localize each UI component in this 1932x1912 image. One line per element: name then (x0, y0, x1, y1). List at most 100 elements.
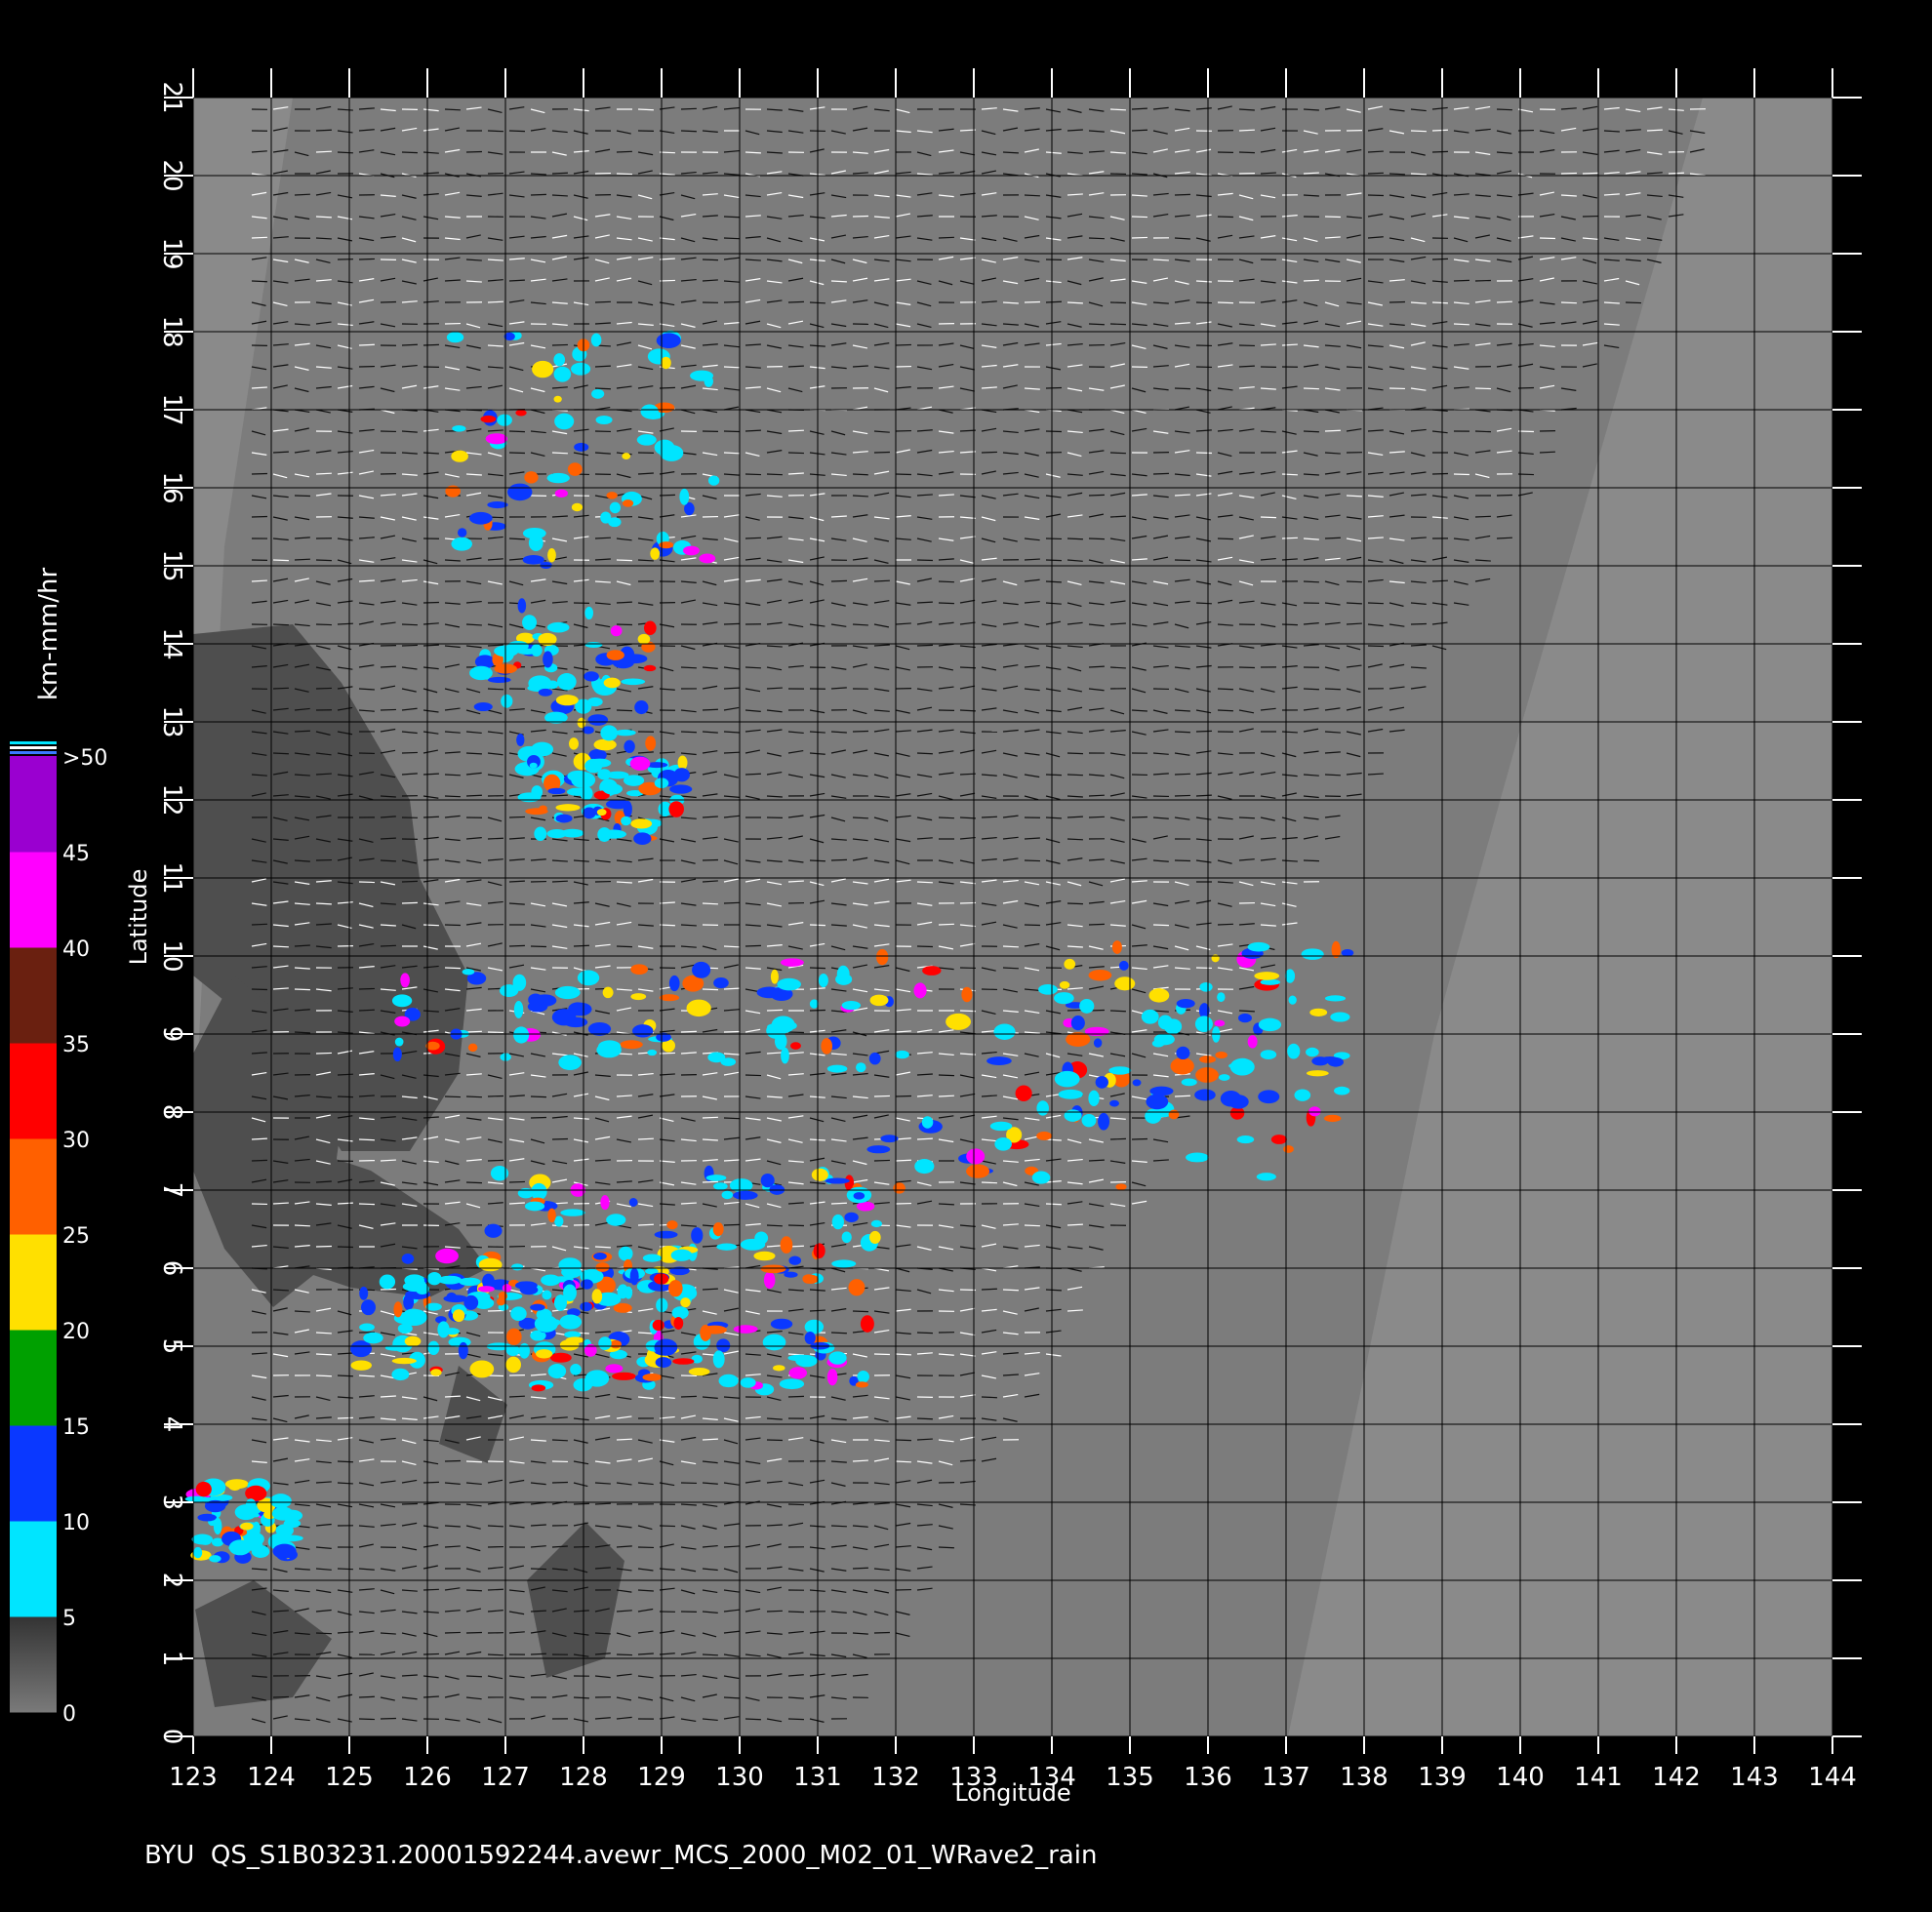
wind-vector (272, 1695, 289, 1698)
wind-vector (745, 666, 761, 669)
rain-cell (361, 1299, 376, 1316)
rain-cell (1132, 1079, 1142, 1087)
rain-cell (780, 1236, 793, 1254)
wind-vector (444, 1459, 461, 1462)
wind-vector (916, 559, 933, 562)
rain-cell (804, 1332, 816, 1345)
rain-cell (677, 755, 688, 771)
rain-cell (733, 1190, 758, 1200)
rain-cell (1176, 1046, 1190, 1060)
rain-cell (609, 501, 622, 514)
rain-cell (605, 1364, 624, 1374)
rain-cell (781, 1047, 789, 1064)
x-tick-label: 138 (1340, 1763, 1389, 1792)
wind-vector (1260, 516, 1276, 519)
wind-vector (294, 495, 310, 498)
wind-vector (1346, 602, 1362, 605)
colorbar-tick-label: >50 (62, 746, 107, 771)
rain-cell (546, 680, 559, 690)
rain-cell (628, 1198, 638, 1207)
rain-cell (623, 775, 645, 786)
rain-cell (553, 353, 566, 367)
rain-cell (546, 829, 568, 839)
rain-cell (993, 1023, 1016, 1040)
rain-cell (986, 1056, 1012, 1065)
rain-cell (549, 1352, 572, 1363)
rain-cell (565, 1336, 584, 1344)
rain-cell (828, 1351, 847, 1365)
wind-vector (573, 1502, 589, 1505)
rain-cell (866, 1145, 891, 1154)
wind-vector (1088, 237, 1105, 240)
wind-vector (852, 730, 868, 733)
wind-vector (702, 1116, 718, 1119)
rain-cell (582, 726, 594, 735)
wind-vector (1109, 323, 1126, 326)
wind-vector (616, 1653, 632, 1656)
rain-cell (275, 1524, 294, 1537)
rain-cell (228, 1539, 252, 1556)
wind-vector (1625, 301, 1641, 304)
wind-vector (1367, 602, 1384, 605)
rain-cell (668, 975, 680, 992)
wind-vector (594, 1502, 611, 1505)
rain-cell (621, 816, 631, 826)
wind-vector (380, 944, 396, 947)
wind-vector (294, 193, 310, 196)
wind-vector (1238, 666, 1255, 669)
rain-cell (591, 388, 605, 399)
rain-cell (193, 1546, 203, 1559)
wind-vector (423, 601, 439, 604)
rain-cell (525, 808, 548, 816)
wind-vector (895, 1460, 911, 1463)
rain-cell (512, 974, 527, 991)
rain-cell (513, 1026, 530, 1044)
wind-vector (337, 622, 353, 625)
rain-cell (468, 511, 493, 525)
rain-cell (610, 625, 623, 637)
rain-cell (577, 717, 586, 729)
wind-vector (1389, 173, 1405, 176)
x-tick-label: 140 (1496, 1763, 1545, 1792)
rain-cell (1079, 998, 1095, 1014)
colorbar-swatch (10, 1043, 57, 1139)
colorbar-unit-label: km-mm/hr (34, 568, 63, 701)
y-tick-label: 14 (157, 627, 186, 659)
wind-vector (830, 858, 847, 861)
rain-cell (598, 1336, 612, 1351)
rain-cell (1236, 1135, 1255, 1144)
wind-vector (1024, 1224, 1040, 1227)
rain-cell (497, 414, 512, 426)
wind-vector (1174, 794, 1190, 797)
rain-cell (740, 1377, 756, 1388)
wind-vector (916, 1332, 933, 1334)
rain-cell (451, 537, 472, 551)
wind-vector (423, 924, 439, 927)
rain-cell (1194, 1089, 1216, 1101)
rain-cell (630, 993, 647, 1001)
rain-cell (1058, 1089, 1083, 1099)
wind-vector (895, 1095, 911, 1097)
rain-cell (197, 1513, 217, 1522)
wind-vector (315, 150, 332, 153)
wind-vector (1431, 301, 1448, 304)
rain-cell (1309, 1008, 1328, 1016)
rain-cell (618, 1246, 633, 1261)
rain-cell (669, 784, 693, 794)
rain-cell (571, 362, 591, 376)
rain-cell (914, 1159, 935, 1175)
wind-vector (294, 558, 310, 561)
rain-cell (350, 1360, 372, 1371)
rain-cell (774, 1032, 787, 1051)
rain-cell (713, 977, 729, 989)
rain-cell (606, 492, 618, 499)
rain-cell (595, 415, 613, 425)
wind-vector (272, 687, 289, 690)
wind-vector (787, 1395, 804, 1398)
wind-vector (487, 837, 503, 840)
wind-vector (1045, 300, 1062, 303)
rain-cell (611, 1372, 636, 1380)
rain-cell (496, 1297, 505, 1306)
wind-vector (487, 688, 503, 691)
rain-cell (452, 424, 466, 432)
